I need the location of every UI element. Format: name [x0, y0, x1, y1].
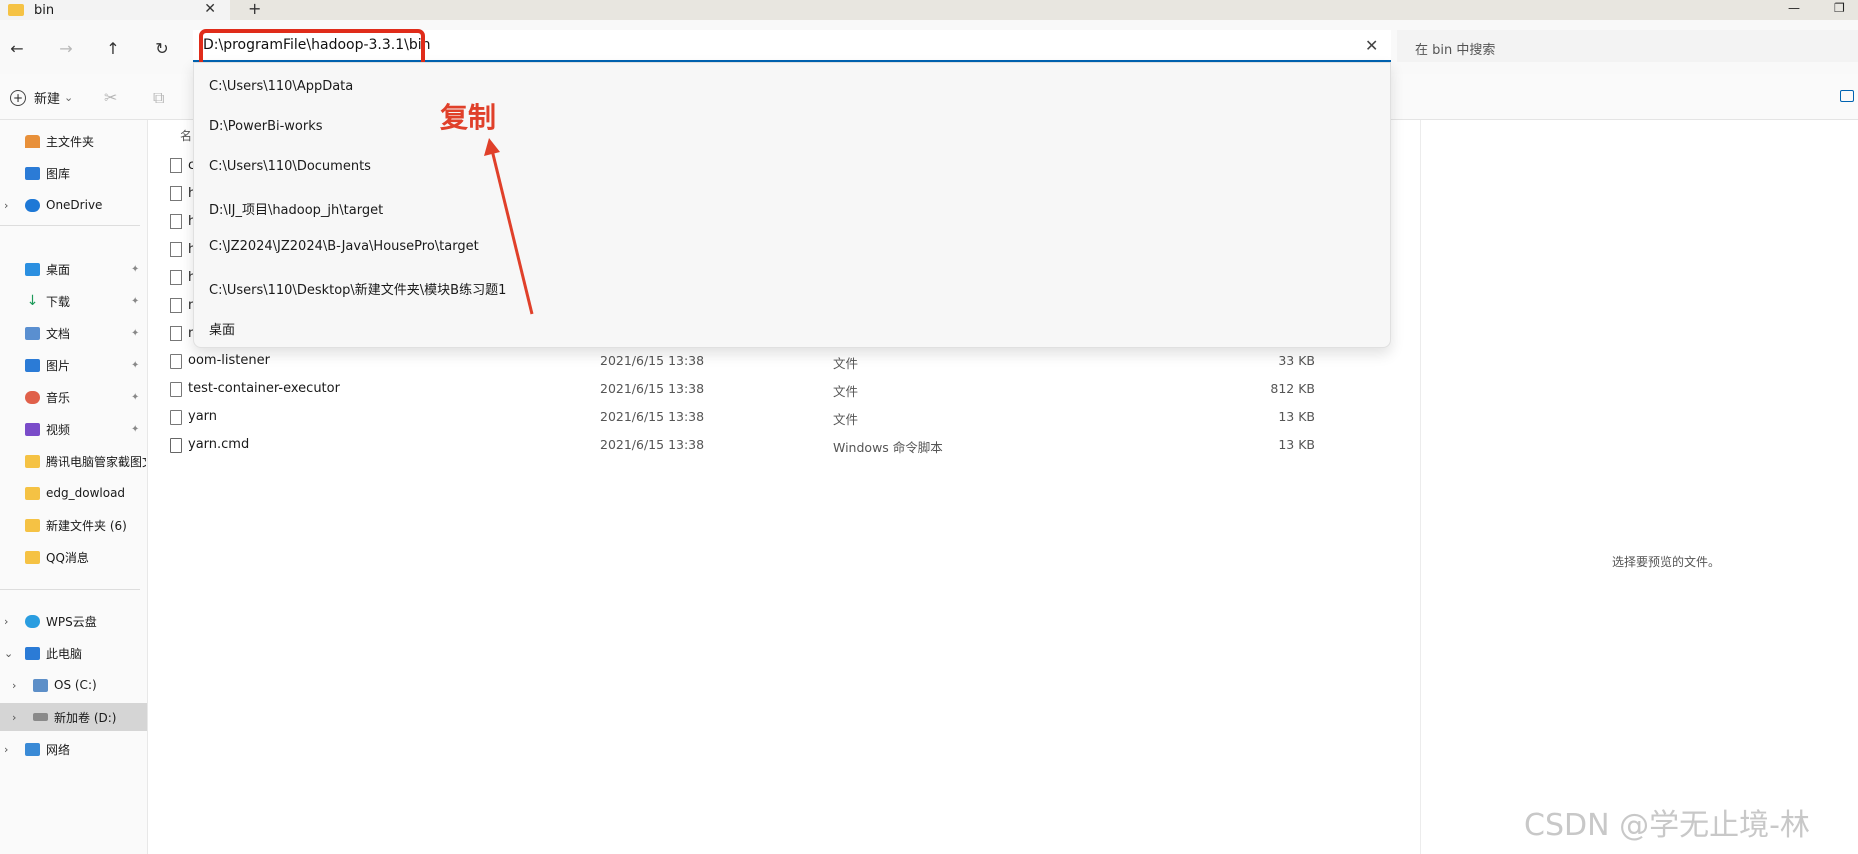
watermark: CSDN @学无止境-林 [1524, 808, 1810, 843]
annotation-arrow [484, 138, 534, 315]
